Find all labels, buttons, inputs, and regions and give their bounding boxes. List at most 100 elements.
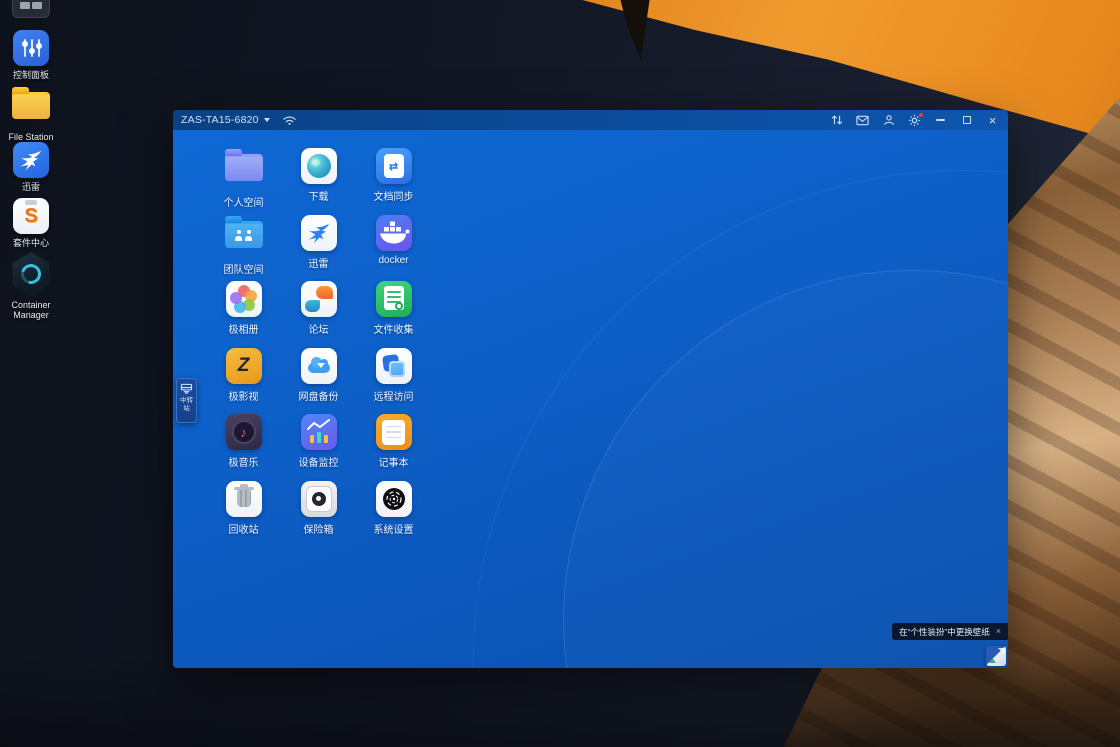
system-settings-icon [376,481,412,517]
shortcut-container-manager[interactable]: Container Manager [2,252,60,321]
host-selector[interactable]: ZAS-TA15-6820 [181,114,270,126]
app-forum[interactable]: 论坛 [281,281,356,348]
app-system-settings[interactable]: 系统设置 [356,481,431,548]
close-button[interactable]: × [985,113,1000,128]
mail-icon[interactable] [855,113,870,128]
xunlei-bird-icon [13,142,49,178]
app-label: 文档同步 [356,188,431,203]
people-glyph [206,230,281,241]
toast-text: 在“个性装扮”中更换壁纸 [899,626,990,638]
app-label: 迅雷 [281,255,356,270]
transfer-station-label: 中转站 [179,397,194,414]
desktop-screen: 控制面板 File Station 迅雷 S 套件中心 Container Ma… [0,0,1120,747]
xunlei-bird-icon [301,215,337,251]
movies-icon: Z [226,348,262,384]
app-label: 论坛 [281,321,356,336]
download-globe-icon [301,148,337,184]
app-safe-box[interactable]: 保险箱 [281,481,356,548]
hex-ring [17,260,44,287]
shortcut-package-center[interactable]: S 套件中心 [2,198,60,248]
app-team-space[interactable]: 团队空间 [206,215,281,282]
grid-glyph [20,2,30,9]
shortcut-label: 迅雷 [2,182,60,192]
app-label: 极音乐 [206,454,281,469]
app-cloud-backup[interactable]: 网盘备份 [281,348,356,415]
forum-bubbles-icon [301,281,337,317]
app-label: docker [356,255,431,266]
shortcut-label: File Station [2,132,60,142]
nas-window: ZAS-TA15-6820 [173,110,1008,668]
app-label: 保险箱 [281,521,356,536]
clipboard-clip [25,200,37,205]
shortcut-label: 控制面板 [2,70,60,80]
grid-glyph [32,2,42,9]
safe-box-icon [301,481,337,517]
transfer-station-icon [180,383,193,394]
app-label: 极影视 [206,388,281,403]
app-photo-album[interactable]: 极相册 [206,281,281,348]
transfer-station-tab[interactable]: 中转站 [176,378,197,423]
app-label: 下载 [281,188,356,203]
app-label: 系统设置 [356,521,431,536]
slider-track [24,39,26,57]
music-disc-icon: ♪ [226,414,262,450]
slider-track [38,39,40,57]
app-label: 个人空间 [206,194,281,209]
docker-whale-icon [376,215,412,251]
app-recycle-bin[interactable]: 回收站 [206,481,281,548]
notepad-icon [376,414,412,450]
wallpaper-switch-button[interactable] [986,646,1006,666]
user-icon[interactable] [881,113,896,128]
app-label: 远程访问 [356,388,431,403]
toast-close-icon[interactable]: × [996,627,1001,636]
folder-icon [12,92,50,119]
remote-access-icon [376,348,412,384]
shortcut-label: Container Manager [2,300,60,321]
recycle-bin-icon [226,481,262,517]
device-monitor-chart-icon [301,414,337,450]
window-title: ZAS-TA15-6820 [181,114,259,126]
shortcut-partial-tile[interactable] [12,0,50,18]
slider-track [31,39,33,57]
app-label: 团队空间 [206,261,281,276]
minimize-button[interactable] [933,113,948,128]
photo-flower-icon [226,281,262,317]
control-panel-icon [13,30,49,66]
shortcut-file-station[interactable]: File Station [2,86,60,142]
sort-icon[interactable] [829,113,844,128]
app-music[interactable]: ♪ 极音乐 [206,414,281,481]
app-label: 文件收集 [356,321,431,336]
app-remote-access[interactable]: 远程访问 [356,348,431,415]
app-file-collection[interactable]: 文件收集 [356,281,431,348]
shortcut-control-panel[interactable]: 控制面板 [2,30,60,80]
wallpaper-hint-toast: 在“个性装扮”中更换壁纸 × [892,623,1008,640]
doc-sync-icon: ⇄ [376,148,412,184]
app-xunlei[interactable]: 迅雷 [281,215,356,282]
app-label: 极相册 [206,321,281,336]
personal-folder-icon [225,154,263,181]
app-label: 回收站 [206,521,281,536]
container-manager-icon [10,252,52,296]
decorative-arc [563,270,1008,668]
decorative-arc [473,170,1008,668]
app-device-monitor[interactable]: 设备监控 [281,414,356,481]
wifi-status-icon[interactable] [282,113,297,128]
app-grid: 个人空间 下载 ⇄ 文档同步 团 [206,148,431,547]
settings-button[interactable] [907,113,922,128]
cloud-backup-icon [301,348,337,384]
app-personal-space[interactable]: 个人空间 [206,148,281,215]
app-movies[interactable]: Z 极影视 [206,348,281,415]
notification-badge [918,112,924,118]
window-titlebar: ZAS-TA15-6820 [173,110,1008,130]
app-label: 设备监控 [281,454,356,469]
maximize-button[interactable] [959,113,974,128]
app-download[interactable]: 下载 [281,148,356,215]
package-center-glyph: S [24,205,37,228]
package-center-icon: S [13,198,49,234]
app-docker[interactable]: docker [356,215,431,282]
shortcut-xunlei[interactable]: 迅雷 [2,142,60,192]
app-doc-sync[interactable]: ⇄ 文档同步 [356,148,431,215]
app-notepad[interactable]: 记事本 [356,414,431,481]
window-body: 个人空间 下载 ⇄ 文档同步 团 [173,130,1008,668]
app-label: 网盘备份 [281,388,356,403]
